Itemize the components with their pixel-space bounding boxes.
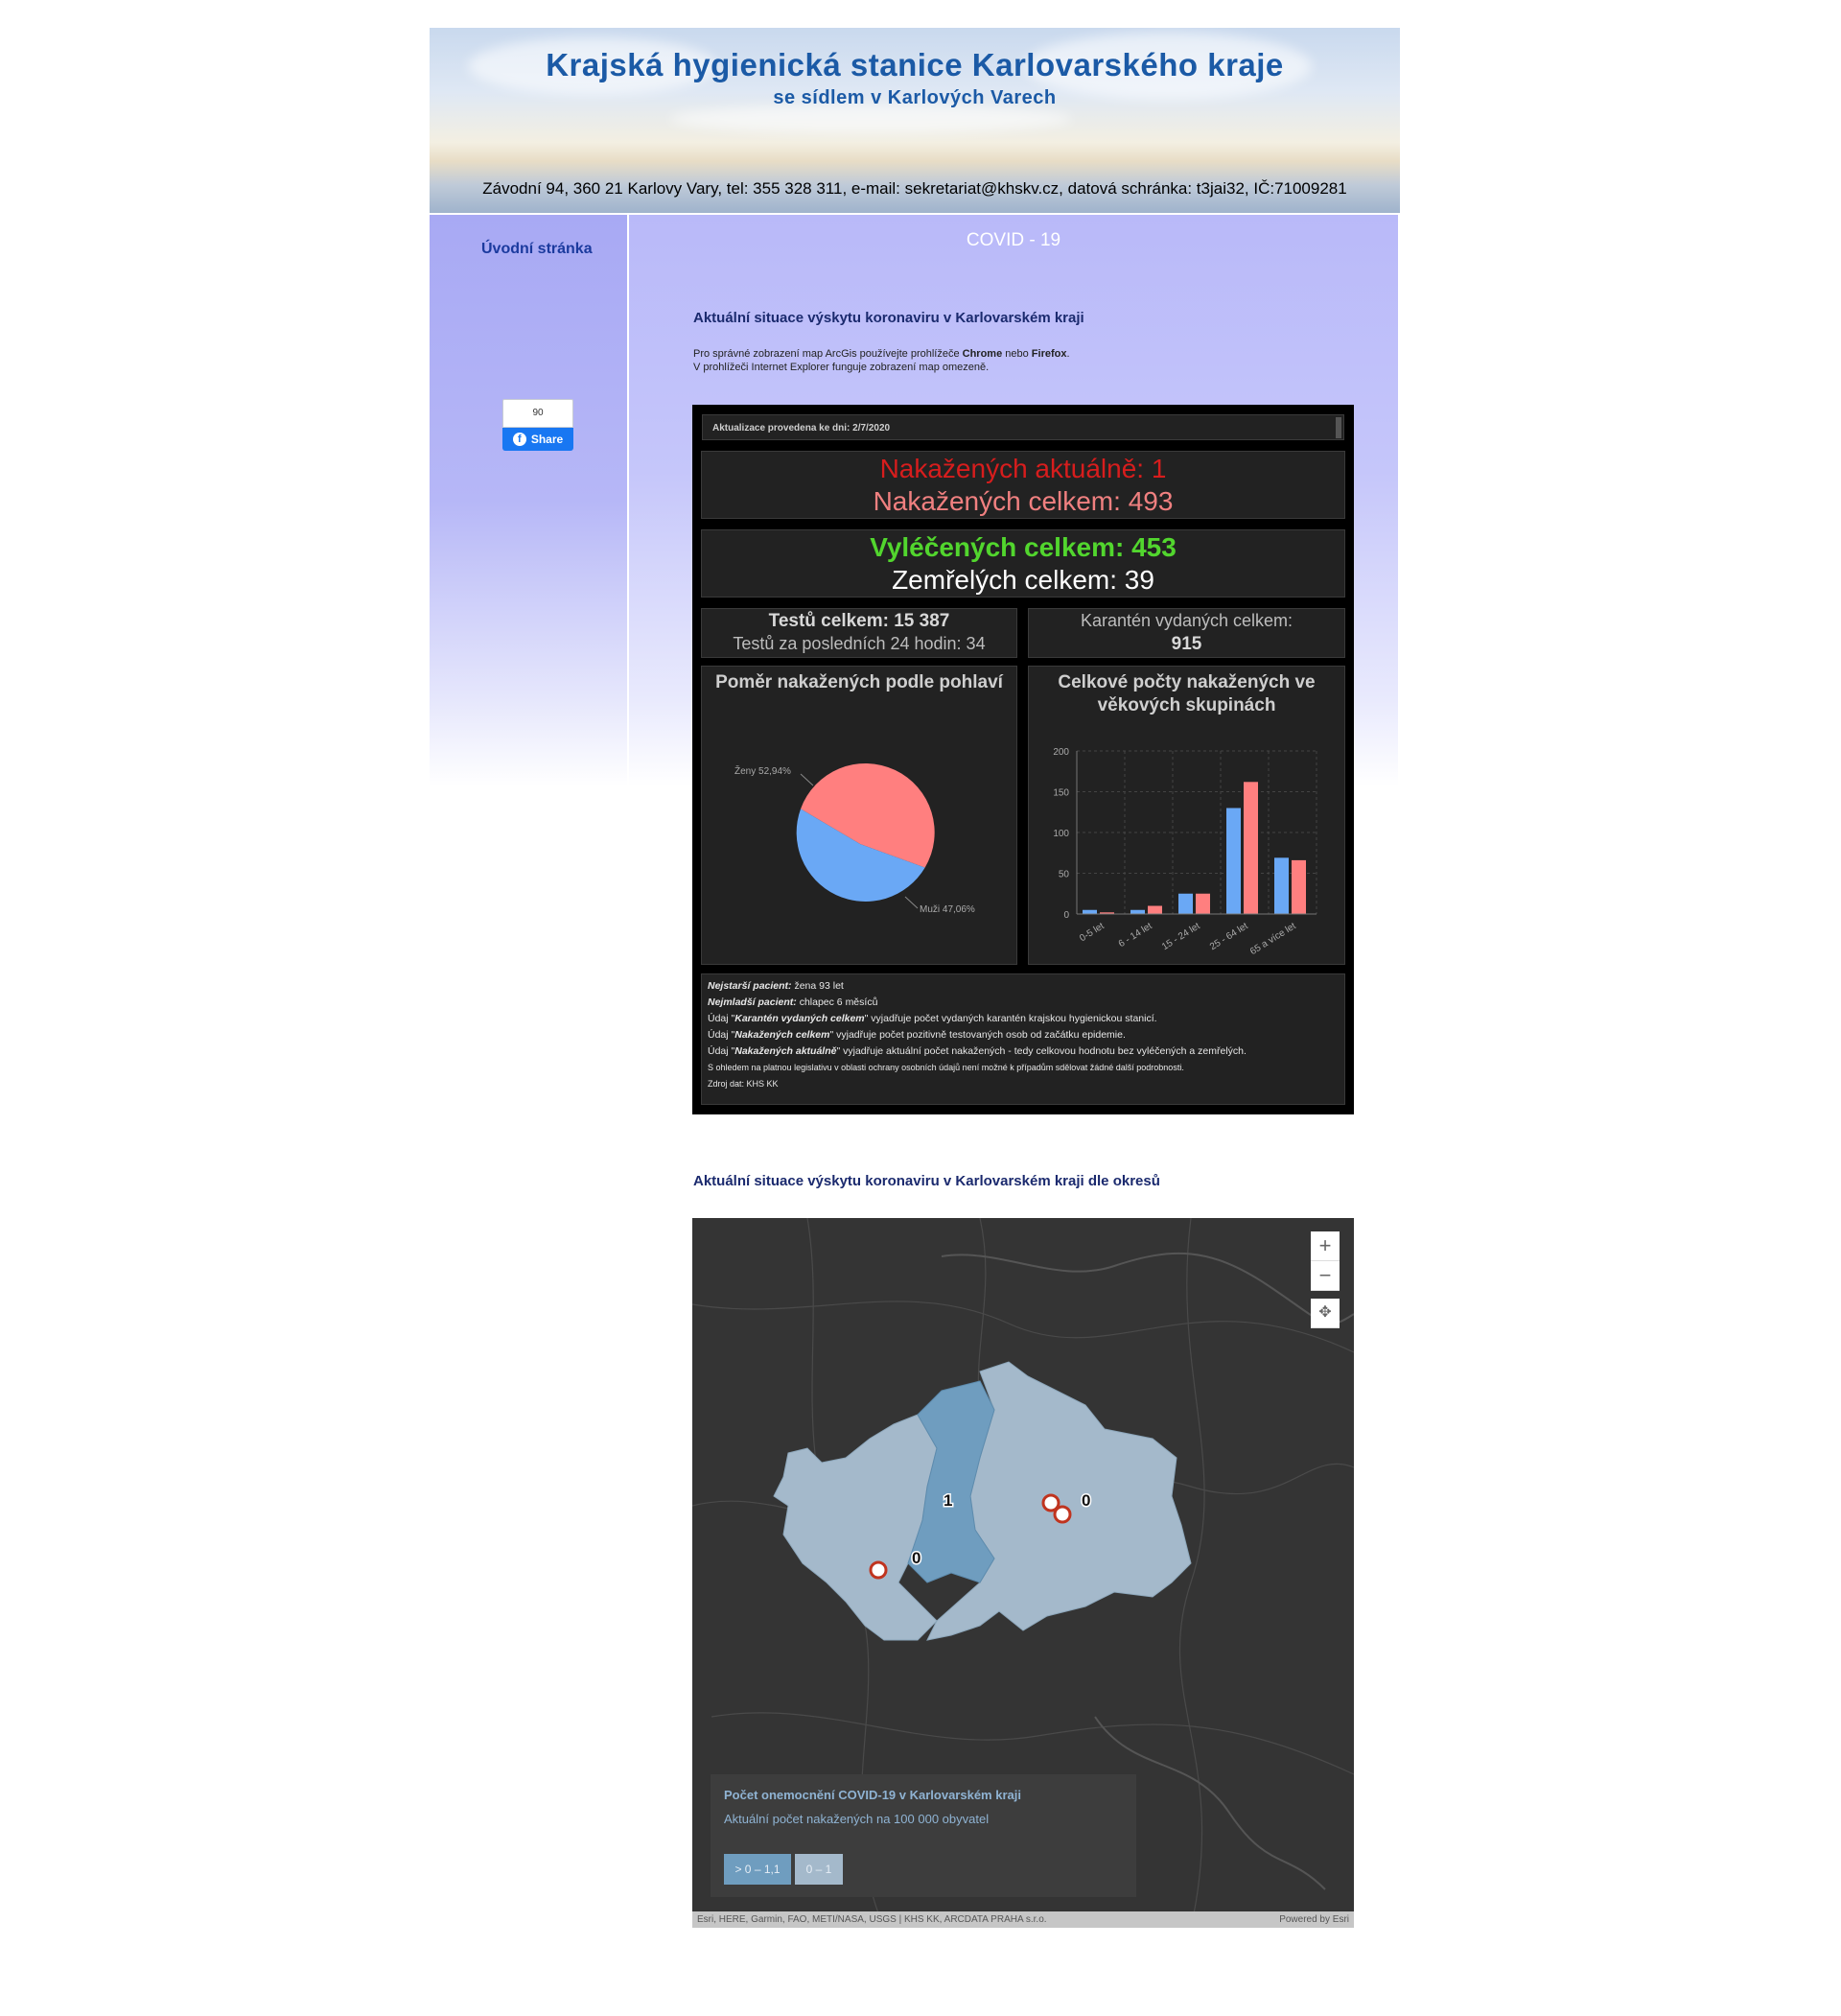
quarantine-label: Karantén vydaných celkem: [1080, 611, 1293, 630]
nav-home-link[interactable]: Úvodní stránka [481, 241, 593, 258]
section-title-districts: Aktuální situace výskytu koronaviru v Ka… [693, 1173, 1160, 1189]
notes-panel: Nejstarší pacient: žena 93 let Nejmladší… [701, 973, 1345, 1105]
tests-24h: Testů za posledních 24 hodin: 34 [733, 634, 986, 653]
bar-3-0 [1226, 808, 1241, 914]
site-subtitle: se sídlem v Karlových Varech [773, 87, 1057, 108]
note-legal: S ohledem na platnou legislativu v oblas… [708, 1063, 1184, 1072]
legend-chip-high[interactable]: > 0 – 1,1 [724, 1854, 791, 1885]
quarantine-panel: Karantén vydaných celkem: 915 [1028, 608, 1345, 658]
update-bar: Aktualizace provedena ke dni: 2/7/2020 [702, 414, 1344, 440]
x-tick-label: 0-5 let [1078, 921, 1107, 944]
recovered-panel: Vyléčených celkem: 453 Zemřelých celkem:… [701, 529, 1345, 598]
map-attribution: Esri, HERE, Garmin, FAO, METI/NASA, USGS… [692, 1911, 1354, 1928]
site-header: Krajská hygienická stanice Karlovarského… [430, 28, 1400, 213]
bar-4-1 [1292, 859, 1306, 914]
note-active: Údaj "Nakažených aktuálně" vyjadřuje akt… [708, 1045, 1247, 1057]
browser-chrome: Chrome [962, 348, 1003, 360]
pie-title: Poměr nakažených podle pohlaví [715, 672, 1003, 692]
facebook-share-widget[interactable]: 90 f Share [502, 399, 573, 452]
browser-note-end: . [1066, 348, 1070, 360]
legend-chip-low[interactable]: 0 – 1 [795, 1854, 843, 1885]
district-map[interactable]: 1 0 0 + − ✥ Počet onemocnění COVID-19 v … [692, 1218, 1354, 1928]
district-sokolov-cheb [773, 1414, 938, 1641]
youngest-patient: Nejmladší pacient: chlapec 6 měsíců [708, 996, 878, 1008]
map-legend: Počet onemocnění COVID-19 v Karlovarském… [711, 1774, 1136, 1897]
bar-1-1 [1148, 905, 1162, 914]
y-tick-label: 0 [1063, 910, 1069, 921]
share-label: Share [530, 433, 564, 446]
quarantine-value: 915 [1171, 634, 1202, 654]
tests-panel: Testů celkem: 15 387 Testů za posledních… [701, 608, 1017, 658]
note-quarantine: Údaj "Karantén vydaných celkem" vyjadřuj… [708, 1013, 1157, 1024]
x-tick-label: 15 - 24 let [1160, 921, 1202, 952]
bar-2-0 [1178, 893, 1193, 914]
district-value-2: 0 [1082, 1491, 1090, 1510]
browser-note-text: Pro správné zobrazení map ArcGis používe… [693, 348, 963, 360]
bar-title-line1: Celkové počty nakažených ve [1058, 672, 1316, 692]
legend-title: Počet onemocnění COVID-19 v Karlovarském… [724, 1788, 1021, 1802]
tests-total: Testů celkem: 15 387 [768, 611, 950, 631]
age-bar-chart: 0 50 100 150 200 0-5 let 6 - 14 let 15 - 24 let… [1053, 747, 1317, 957]
bar-title-line2: věkových skupinách [1097, 695, 1276, 715]
legend-subtitle: Aktuální počet nakažených na 100 000 oby… [724, 1812, 990, 1826]
deaths-total: Zemřelých celkem: 39 [892, 565, 1154, 595]
sidebar: Úvodní stránka 90 f Share [430, 215, 627, 786]
bar-1-0 [1130, 909, 1145, 914]
x-tick-label: 25 - 64 let [1208, 921, 1250, 952]
district-value-3: 0 [912, 1549, 920, 1567]
powered-by-esri[interactable]: Powered by Esri [1279, 1911, 1349, 1928]
browser-note-or: nebo [1002, 348, 1032, 360]
y-tick-label: 200 [1053, 747, 1069, 758]
site-title: Krajská hygienická stanice Karlovarského… [546, 47, 1284, 82]
zoom-in-button[interactable]: + [1311, 1231, 1340, 1261]
pie-label-1: Muži 47,06% [920, 904, 975, 915]
zoom-out-button[interactable]: − [1311, 1261, 1340, 1291]
pie-leader-1 [904, 896, 919, 909]
pie-leader-0 [800, 773, 814, 786]
district-value-1: 1 [944, 1491, 952, 1510]
oldest-patient: Nejstarší pacient: žena 93 let [708, 980, 844, 992]
facebook-icon: f [512, 433, 526, 446]
bar-4-0 [1274, 857, 1289, 914]
browser-note-ie: V prohlížeči Internet Explorer funguje z… [693, 362, 990, 373]
browser-firefox: Firefox [1031, 348, 1067, 360]
contact-line: Závodní 94, 360 21 Karlovy Vary, tel: 35… [482, 179, 1347, 198]
x-tick-label: 65 a více let [1248, 921, 1298, 957]
note-total: Údaj "Nakažených celkem" vyjadřuje počet… [708, 1029, 1126, 1041]
y-tick-label: 50 [1059, 870, 1070, 880]
share-count: 90 [502, 399, 573, 428]
section-title-situation: Aktuální situace výskytu koronaviru v Ka… [693, 310, 1084, 326]
bar-3-1 [1244, 782, 1258, 914]
recovered-total: Vyléčených celkem: 453 [870, 532, 1177, 562]
attribution-text[interactable]: Esri, HERE, Garmin, FAO, METI/NASA, USGS… [697, 1914, 1047, 1925]
bar-2-1 [1196, 893, 1210, 914]
active-infected: Nakažených aktuálně: 1 [879, 454, 1167, 483]
infected-panel: Nakažených aktuálně: 1 Nakažených celkem… [701, 451, 1345, 519]
page-heading: COVID - 19 [966, 230, 1061, 250]
browser-note: Pro správné zobrazení map ArcGis používe… [693, 347, 1070, 374]
gender-pie-panel: Poměr nakažených podle pohlaví Ženy 52,9… [701, 666, 1017, 965]
total-infected: Nakažených celkem: 493 [873, 486, 1174, 516]
y-tick-label: 150 [1053, 788, 1069, 799]
age-bar-panel: Celkové počty nakažených ve věkových sku… [1028, 666, 1345, 965]
pie-label-0: Ženy 52,94% [734, 764, 791, 777]
update-date: Aktualizace provedena ke dni: 2/7/2020 [712, 423, 891, 434]
covid-dashboard: Aktualizace provedena ke dni: 2/7/2020 N… [692, 405, 1354, 1114]
y-tick-label: 100 [1053, 829, 1069, 839]
scrollbar[interactable] [1336, 417, 1341, 438]
gender-pie-chart: Ženy 52,94% Muži 47,06% [734, 762, 975, 915]
bar-0-0 [1083, 909, 1097, 914]
x-tick-label: 6 - 14 let [1117, 921, 1154, 949]
data-source: Zdroj dat: KHS KK [708, 1079, 779, 1089]
map-controls: + − ✥ [1311, 1231, 1340, 1328]
facebook-share-button[interactable]: f Share [502, 428, 573, 451]
locate-icon[interactable]: ✥ [1311, 1299, 1340, 1328]
